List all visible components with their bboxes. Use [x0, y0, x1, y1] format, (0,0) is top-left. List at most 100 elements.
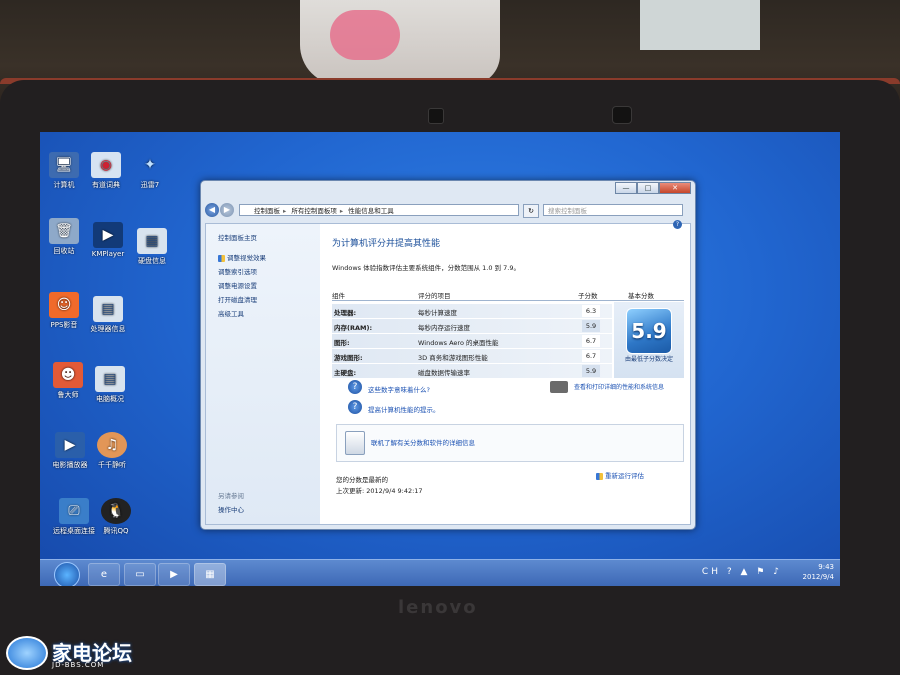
- laptop-brand: lenovo: [398, 597, 478, 618]
- row-subscore: 5.9: [582, 320, 600, 332]
- recycle-bin-icon: 🗑: [49, 218, 79, 244]
- webcam: [428, 108, 444, 124]
- forward-button[interactable]: ▶: [220, 203, 234, 217]
- remote-desktop-icon: ⎚: [59, 498, 89, 524]
- table-row: 内存(RAM): 每秒内存运行速度 5.9: [332, 319, 612, 333]
- what-mean-link[interactable]: 这些数字意味着什么?: [368, 384, 430, 394]
- document-icon: [345, 431, 365, 455]
- pink-object: [330, 10, 400, 60]
- base-score-badge: 5.9: [626, 308, 672, 354]
- row-component: 主硬盘:: [334, 369, 357, 377]
- ttplayer-icon: ♫: [97, 432, 127, 458]
- window-caption-buttons: — □ ✕: [615, 182, 691, 194]
- search-input[interactable]: 搜索控制面板: [543, 204, 683, 216]
- row-component: 内存(RAM):: [334, 324, 373, 332]
- status-text: 您的分数是最新的: [336, 476, 388, 484]
- col-component: 组件: [332, 292, 345, 300]
- desktop-icon-qq[interactable]: 🐧 腾讯QQ: [88, 498, 144, 536]
- disk-info-icon: ▦: [137, 228, 167, 254]
- pc-overview-icon: ▤: [95, 366, 125, 392]
- dictionary-icon: ◉: [91, 152, 121, 178]
- help-tray-icon[interactable]: ?: [727, 567, 735, 577]
- pps-icon: ☺: [49, 292, 79, 318]
- row-component: 图形:: [334, 339, 350, 347]
- score-table-header: 组件 评分的项目 子分数 基本分数: [332, 290, 684, 301]
- nav-adjust-power-settings[interactable]: 调整电源设置: [218, 280, 257, 290]
- system-tray-icons[interactable]: CH ? ▲ ⚑ ♪: [702, 567, 782, 577]
- table-row: 游戏图形: 3D 商务和游戏图形性能 6.7: [332, 349, 612, 363]
- shield-icon: [218, 254, 225, 262]
- row-rated: 磁盘数据传输速率: [418, 369, 470, 377]
- tips-link[interactable]: 提高计算机性能的提示。: [368, 404, 440, 414]
- close-button[interactable]: ✕: [659, 182, 691, 194]
- col-base: 基本分数: [628, 292, 654, 300]
- volume-icon[interactable]: ♪: [773, 567, 782, 577]
- desktop-icon-pc-overview[interactable]: ▤ 电脑概况: [82, 366, 138, 404]
- rerun-assessment-button[interactable]: 重新运行评估: [596, 470, 644, 480]
- row-rated: 每秒内存运行速度: [418, 324, 470, 332]
- address-row: ◀ ▶ 控制面板 ▸ 所有控制面板项 ▸ 性能信息和工具 ↻ 搜索控制面板: [205, 203, 689, 219]
- refresh-icon[interactable]: ↻: [523, 204, 539, 218]
- nav-disk-cleanup[interactable]: 打开磁盘清理: [218, 294, 257, 304]
- language-icon[interactable]: CH: [702, 567, 721, 577]
- last-update-text: 上次更新: 2012/9/4 9:42:17: [336, 487, 423, 495]
- room-window: [640, 0, 760, 50]
- print-details-link[interactable]: 查看和打印详细的性能和系统信息: [574, 382, 664, 391]
- shield-icon: [596, 472, 603, 480]
- start-button[interactable]: [54, 562, 80, 586]
- page-title: 为计算机评分并提高其性能: [332, 239, 441, 249]
- breadcrumb-item-control-panel[interactable]: 控制面板: [254, 207, 280, 215]
- address-bar[interactable]: 控制面板 ▸ 所有控制面板项 ▸ 性能信息和工具: [239, 204, 519, 216]
- plastic-bag: [300, 0, 500, 85]
- maximize-button[interactable]: □: [637, 182, 659, 194]
- clock[interactable]: 9:43 2012/9/4: [803, 562, 834, 582]
- taskbar-ie-icon[interactable]: e: [88, 563, 120, 586]
- printer-icon: [550, 381, 568, 393]
- learn-more-link[interactable]: 联机了解有关分数和软件的详细信息: [371, 437, 475, 447]
- ludashi-icon: ☻: [53, 362, 83, 388]
- row-subscore: 6.7: [582, 335, 600, 347]
- help-icon[interactable]: ?: [673, 220, 682, 229]
- row-component: 游戏图形:: [334, 354, 363, 362]
- clock-time: 9:43: [818, 563, 834, 571]
- show-hidden-icon[interactable]: ▲: [741, 567, 751, 577]
- cpu-info-icon: ▤: [93, 296, 123, 322]
- nav-adjust-index-options[interactable]: 调整索引选项: [218, 266, 257, 276]
- see-also-heading: 另请参阅: [218, 492, 244, 500]
- watermark-text: 家电论坛: [52, 641, 132, 665]
- desktop-icon-cpu-info[interactable]: ▤ 处理器信息: [80, 296, 136, 334]
- table-row: 处理器: 每秒计算速度 6.3: [332, 304, 612, 318]
- media-player-icon: ▶: [55, 432, 85, 458]
- question-icon: ?: [348, 380, 362, 394]
- desktop-icon-ttplayer[interactable]: ♫ 千千静听: [84, 432, 140, 470]
- minimize-button[interactable]: —: [615, 182, 637, 194]
- nav-control-panel-home[interactable]: 控制面板主页: [218, 232, 257, 242]
- col-rated: 评分的项目: [418, 292, 451, 300]
- nav-advanced-tools[interactable]: 高级工具: [218, 308, 244, 318]
- table-row: 图形: Windows Aero 的桌面性能 6.7: [332, 334, 612, 348]
- back-button[interactable]: ◀: [205, 203, 219, 217]
- taskbar-explorer-icon[interactable]: ▭: [124, 563, 156, 586]
- row-rated: 每秒计算速度: [418, 309, 457, 317]
- action-center-icon[interactable]: ⚑: [756, 567, 767, 577]
- row-subscore: 6.3: [582, 305, 600, 317]
- breadcrumb-item-performance[interactable]: 性能信息和工具: [348, 207, 394, 215]
- nav-action-center[interactable]: 操作中心: [218, 504, 244, 514]
- breadcrumb-item-all-items[interactable]: 所有控制面板项: [291, 207, 337, 215]
- taskbar-media-icon[interactable]: ▶: [158, 563, 190, 586]
- forum-logo-icon: [6, 636, 48, 670]
- forum-watermark: 家电论坛 JD-BBS.COM: [6, 635, 132, 671]
- computer-icon: 🖥: [49, 152, 79, 178]
- performance-window: — □ ✕ ◀ ▶ 控制面板 ▸ 所有控制面板项 ▸ 性能信息和工具 ↻ 搜索控制面…: [200, 180, 696, 530]
- taskbar-control-panel-icon[interactable]: ▦: [194, 563, 226, 586]
- taskbar: e ▭ ▶ ▦ CH ? ▲ ⚑ ♪ 9:43 2012/9/4: [40, 559, 840, 586]
- desktop-icon-disk-info[interactable]: ▦ 硬盘信息: [124, 228, 180, 266]
- nav-adjust-visual-effects[interactable]: 调整视觉效果: [218, 252, 266, 262]
- desktop-icon-thunder[interactable]: ✦ 迅雷7: [122, 152, 178, 190]
- kmplayer-icon: ▶: [93, 222, 123, 248]
- sensor: [612, 106, 632, 124]
- clock-date: 2012/9/4: [802, 573, 834, 581]
- watermark-subtext: JD-BBS.COM: [52, 661, 105, 669]
- desktop-screen: 🖥 计算机 🗑 回收站 ☺ PPS影音 ☻ 鲁大师 ▶ 电影播放器 ⎚ 远程桌面…: [40, 132, 840, 586]
- base-score-caption: 由最低子分数决定: [624, 356, 673, 363]
